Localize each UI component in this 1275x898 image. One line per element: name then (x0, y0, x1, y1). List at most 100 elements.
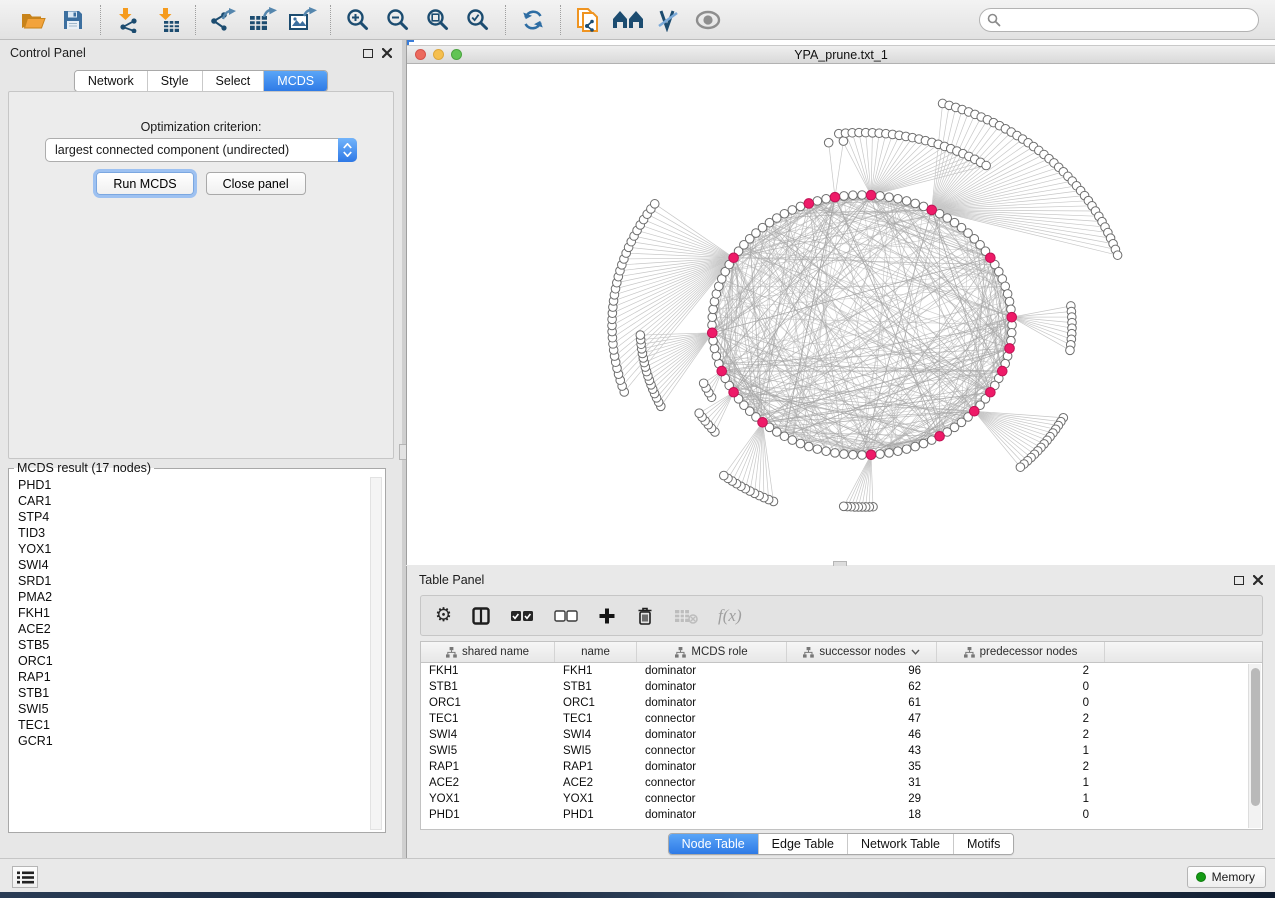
table-row[interactable]: FKH1FKH1dominator962 (421, 663, 1262, 679)
graph-node[interactable] (839, 502, 848, 511)
column-header-successor-nodes[interactable]: successor nodes (787, 642, 937, 662)
tab-motifs[interactable]: Motifs (953, 834, 1013, 854)
table-row[interactable]: SWI5SWI5connector431 (421, 743, 1262, 759)
graph-node[interactable] (650, 200, 659, 209)
graph-node[interactable] (710, 344, 719, 353)
graph-node[interactable] (636, 331, 645, 340)
tab-mcds[interactable]: MCDS (263, 71, 327, 91)
mcds-result-node[interactable]: GCR1 (10, 733, 372, 749)
table-scrollbar-thumb[interactable] (1251, 668, 1260, 806)
optimization-criterion-select[interactable]: largest connected component (undirected) (45, 138, 357, 162)
graph-node[interactable] (699, 379, 708, 388)
table-row[interactable]: SWI4SWI4dominator462 (421, 727, 1262, 743)
import-network-icon[interactable] (111, 5, 145, 35)
column-header-shared-name[interactable]: shared name (421, 642, 555, 662)
graph-hub-node[interactable] (969, 406, 979, 416)
table-row[interactable]: STB1STB1dominator620 (421, 679, 1262, 695)
graph-node[interactable] (894, 447, 903, 456)
graph-node[interactable] (831, 449, 840, 458)
graph-node[interactable] (840, 450, 849, 459)
mcds-result-node[interactable]: ACE2 (10, 621, 372, 637)
graph-hub-node[interactable] (935, 431, 945, 441)
graph-hub-node[interactable] (707, 328, 717, 338)
graph-hub-node[interactable] (986, 253, 996, 263)
graph-node[interactable] (894, 194, 903, 203)
refresh-view-icon[interactable] (516, 5, 550, 35)
mcds-result-node[interactable]: PHD1 (10, 477, 372, 493)
deselect-all-columns-icon[interactable] (554, 610, 578, 622)
graph-hub-node[interactable] (1005, 344, 1015, 354)
table-scrollbar[interactable] (1248, 664, 1261, 828)
mcds-result-node[interactable]: SRD1 (10, 573, 372, 589)
close-panel-button[interactable]: Close panel (206, 172, 306, 195)
graph-node[interactable] (805, 442, 814, 451)
tab-edge-table[interactable]: Edge Table (758, 834, 847, 854)
graph-node[interactable] (840, 192, 849, 201)
graph-node[interactable] (902, 445, 911, 454)
open-session-icon[interactable] (16, 5, 50, 35)
mcds-result-node[interactable]: STB5 (10, 637, 372, 653)
close-table-panel-icon[interactable] (1253, 575, 1263, 585)
tab-network[interactable]: Network (75, 71, 147, 91)
graph-node[interactable] (780, 209, 789, 218)
table-row[interactable]: TEC1TEC1connector472 (421, 711, 1262, 727)
graph-node[interactable] (911, 442, 920, 451)
graph-hub-node[interactable] (927, 205, 937, 215)
export-network-icon[interactable] (206, 5, 240, 35)
table-row[interactable]: PHD1PHD1dominator180 (421, 807, 1262, 823)
table-settings-gear-icon[interactable]: ⚙ (435, 606, 452, 625)
graph-node[interactable] (858, 451, 867, 460)
mcds-result-node[interactable]: TID3 (10, 525, 372, 541)
graph-node[interactable] (824, 138, 833, 147)
graph-hub-node[interactable] (830, 192, 840, 202)
float-table-panel-icon[interactable] (1234, 576, 1244, 585)
export-image-icon[interactable] (286, 5, 320, 35)
graph-hub-node[interactable] (758, 418, 768, 428)
graph-hub-node[interactable] (997, 366, 1007, 376)
graph-node[interactable] (796, 202, 805, 211)
graph-node[interactable] (788, 436, 797, 445)
run-mcds-button[interactable]: Run MCDS (96, 172, 193, 195)
graph-node[interactable] (695, 409, 704, 418)
mcds-result-node[interactable]: PMA2 (10, 589, 372, 605)
zoom-fit-icon[interactable] (421, 5, 455, 35)
graph-hub-node[interactable] (866, 190, 876, 200)
graph-hub-node[interactable] (717, 366, 727, 376)
graph-node[interactable] (1007, 329, 1016, 338)
graph-node[interactable] (813, 445, 822, 454)
graph-node[interactable] (788, 206, 797, 215)
tab-node-table[interactable]: Node Table (669, 834, 758, 854)
tab-network-table[interactable]: Network Table (847, 834, 953, 854)
graph-node[interactable] (902, 197, 911, 206)
table-row[interactable]: ORC1ORC1dominator610 (421, 695, 1262, 711)
clone-network-icon[interactable] (571, 5, 605, 35)
graph-node[interactable] (796, 439, 805, 448)
show-columns-icon[interactable] (472, 607, 490, 625)
network-canvas[interactable] (407, 65, 1275, 565)
zoom-selected-icon[interactable] (461, 5, 495, 35)
mcds-result-node[interactable]: STP4 (10, 509, 372, 525)
graph-node[interactable] (885, 193, 894, 202)
graph-hub-node[interactable] (986, 387, 996, 397)
column-header-predecessor-nodes[interactable]: predecessor nodes (937, 642, 1105, 662)
graph-node[interactable] (822, 194, 831, 203)
graph-node[interactable] (885, 449, 894, 458)
column-header-MCDS-role[interactable]: MCDS role (637, 642, 787, 662)
tab-select[interactable]: Select (202, 71, 264, 91)
mcds-result-node[interactable]: ORC1 (10, 653, 372, 669)
select-all-columns-icon[interactable] (510, 610, 534, 622)
mcds-result-node[interactable]: CAR1 (10, 493, 372, 509)
import-table-icon[interactable] (151, 5, 185, 35)
hide-vizmapper-icon[interactable] (651, 5, 685, 35)
graph-hub-node[interactable] (729, 253, 739, 263)
graph-node[interactable] (720, 471, 729, 480)
column-header-name[interactable]: name (555, 642, 637, 662)
mcds-result-node[interactable]: STB1 (10, 685, 372, 701)
graph-hub-node[interactable] (1007, 312, 1017, 322)
graph-node[interactable] (876, 450, 885, 459)
zoom-out-icon[interactable] (381, 5, 415, 35)
close-panel-icon[interactable] (382, 48, 392, 58)
add-column-icon[interactable] (598, 607, 616, 625)
mcds-result-node[interactable]: FKH1 (10, 605, 372, 621)
float-panel-icon[interactable] (363, 49, 373, 58)
